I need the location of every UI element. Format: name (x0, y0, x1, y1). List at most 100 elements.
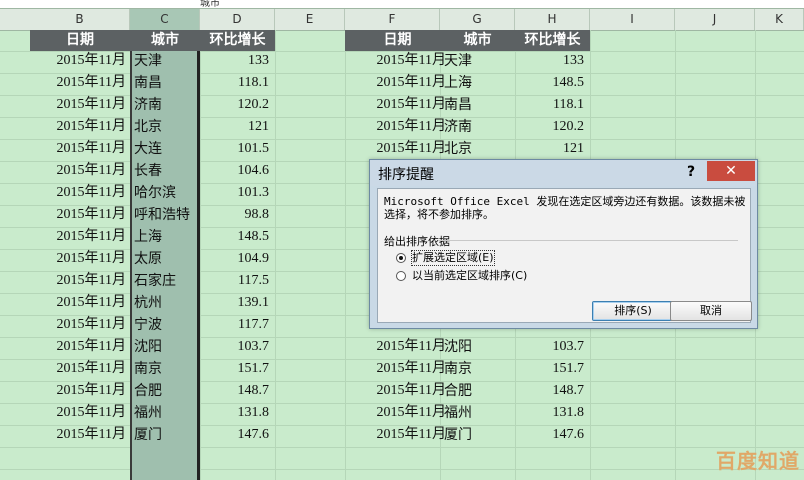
column-header-h[interactable]: H (515, 9, 590, 30)
left-date-cell[interactable]: 2015年11月 (30, 380, 126, 402)
left-city-cell[interactable]: 呼和浩特 (134, 204, 200, 226)
left-city-cell[interactable]: 石家庄 (134, 270, 200, 292)
left-city-cell[interactable]: 南京 (134, 358, 200, 380)
left-date-cell[interactable]: 2015年11月 (30, 336, 126, 358)
left-growth-cell[interactable]: 139.1 (200, 292, 270, 314)
left-city-cell[interactable]: 哈尔滨 (134, 182, 200, 204)
right-growth-cell[interactable]: 118.1 (515, 94, 584, 116)
right-city-cell[interactable]: 北京 (444, 138, 515, 160)
right-date-cell[interactable]: 2015年11月 (345, 402, 446, 424)
right-growth-cell[interactable]: 148.7 (515, 380, 585, 402)
right-city-cell[interactable]: 厦门 (444, 424, 515, 446)
left-growth-cell[interactable]: 117.5 (200, 270, 269, 292)
left-growth-cell[interactable]: 118.1 (200, 72, 269, 94)
left-city-cell[interactable]: 厦门 (134, 424, 200, 446)
right-city-cell[interactable]: 福州 (444, 402, 515, 424)
close-button[interactable]: ✕ (707, 161, 755, 181)
cancel-button[interactable]: 取消 (670, 301, 752, 321)
left-city-cell[interactable]: 上海 (134, 226, 200, 248)
right-city-cell[interactable]: 天津 (444, 50, 515, 72)
left-date-cell[interactable]: 2015年11月 (30, 94, 126, 116)
column-header-d[interactable]: D (200, 9, 275, 30)
left-growth-cell[interactable]: 148.5 (200, 226, 270, 248)
left-date-cell[interactable]: 2015年11月 (30, 292, 126, 314)
help-button[interactable]: ? (680, 162, 702, 182)
formula-bar[interactable]: 城市 (0, 0, 804, 9)
right-city-cell[interactable]: 济南 (444, 116, 515, 138)
left-date-cell[interactable]: 2015年11月 (30, 50, 126, 72)
left-growth-cell[interactable]: 131.8 (200, 402, 270, 424)
column-header-i[interactable]: I (590, 9, 675, 30)
left-date-cell[interactable]: 2015年11月 (30, 116, 126, 138)
right-growth-cell[interactable]: 131.8 (515, 402, 585, 424)
left-city-cell[interactable]: 合肥 (134, 380, 200, 402)
right-growth-cell[interactable]: 148.5 (515, 72, 585, 94)
left-city-cell[interactable]: 北京 (134, 116, 200, 138)
column-header-e[interactable]: E (275, 9, 345, 30)
column-header-k[interactable]: K (755, 9, 804, 30)
left-date-cell[interactable]: 2015年11月 (30, 248, 126, 270)
left-growth-cell[interactable]: 147.6 (200, 424, 270, 446)
expand-selection-radio[interactable]: 扩展选定区域(E) (396, 250, 596, 267)
left-city-cell[interactable]: 太原 (134, 248, 200, 270)
left-city-cell[interactable]: 济南 (134, 94, 200, 116)
right-growth-cell[interactable]: 147.6 (515, 424, 585, 446)
left-city-cell[interactable]: 杭州 (134, 292, 200, 314)
right-city-cell[interactable]: 南京 (444, 358, 515, 380)
right-growth-cell[interactable]: 121 (515, 138, 584, 160)
right-date-cell[interactable]: 2015年11月 (345, 424, 446, 446)
right-date-cell[interactable]: 2015年11月 (345, 50, 446, 72)
left-date-cell[interactable]: 2015年11月 (30, 160, 126, 182)
left-city-cell[interactable]: 沈阳 (134, 336, 200, 358)
right-growth-cell[interactable]: 133 (515, 50, 584, 72)
right-city-cell[interactable]: 南昌 (444, 94, 515, 116)
left-date-cell[interactable]: 2015年11月 (30, 270, 126, 292)
right-growth-cell[interactable]: 103.7 (515, 336, 585, 358)
left-city-cell[interactable]: 南昌 (134, 72, 200, 94)
left-date-cell[interactable]: 2015年11月 (30, 204, 126, 226)
left-growth-cell[interactable]: 104.9 (200, 248, 270, 270)
column-header-c[interactable]: C (130, 9, 200, 30)
left-growth-cell[interactable]: 103.7 (200, 336, 270, 358)
right-date-cell[interactable]: 2015年11月 (345, 72, 446, 94)
left-growth-cell[interactable]: 151.7 (200, 358, 270, 380)
left-date-cell[interactable]: 2015年11月 (30, 314, 126, 336)
left-growth-cell[interactable]: 120.2 (200, 94, 270, 116)
left-date-cell[interactable]: 2015年11月 (30, 138, 126, 160)
right-city-cell[interactable]: 合肥 (444, 380, 515, 402)
left-date-cell[interactable]: 2015年11月 (30, 424, 126, 446)
left-city-cell[interactable]: 天津 (134, 50, 200, 72)
left-growth-cell[interactable]: 133 (200, 50, 269, 72)
left-date-cell[interactable]: 2015年11月 (30, 72, 126, 94)
left-date-cell[interactable]: 2015年11月 (30, 182, 126, 204)
right-date-cell[interactable]: 2015年11月 (345, 94, 446, 116)
left-date-cell[interactable]: 2015年11月 (30, 402, 126, 424)
right-city-cell[interactable]: 沈阳 (444, 336, 515, 358)
left-city-cell[interactable]: 大连 (134, 138, 200, 160)
left-growth-cell[interactable]: 101.3 (200, 182, 270, 204)
left-growth-cell[interactable]: 101.5 (200, 138, 270, 160)
left-growth-cell[interactable]: 148.7 (200, 380, 270, 402)
dialog-title-bar[interactable]: 排序提醒 ? ✕ (370, 160, 757, 186)
right-date-cell[interactable]: 2015年11月 (345, 358, 446, 380)
left-date-cell[interactable]: 2015年11月 (30, 358, 126, 380)
column-header-b[interactable]: B (30, 9, 130, 30)
left-city-cell[interactable]: 长春 (134, 160, 200, 182)
current-selection-radio[interactable]: 以当前选定区域排序(C) (396, 269, 596, 285)
right-growth-cell[interactable]: 151.7 (515, 358, 585, 380)
right-city-cell[interactable]: 上海 (444, 72, 515, 94)
left-growth-cell[interactable]: 98.8 (200, 204, 270, 226)
sort-button[interactable]: 排序(S) (592, 301, 674, 321)
right-date-cell[interactable]: 2015年11月 (345, 116, 446, 138)
left-city-cell[interactable]: 福州 (134, 402, 200, 424)
column-header-g[interactable]: G (440, 9, 515, 30)
left-city-cell[interactable]: 宁波 (134, 314, 200, 336)
right-date-cell[interactable]: 2015年11月 (345, 380, 446, 402)
left-growth-cell[interactable]: 121 (200, 116, 269, 138)
column-header-f[interactable]: F (345, 9, 440, 30)
column-header-j[interactable]: J (675, 9, 755, 30)
right-date-cell[interactable]: 2015年11月 (345, 336, 446, 358)
right-growth-cell[interactable]: 120.2 (515, 116, 585, 138)
right-date-cell[interactable]: 2015年11月 (345, 138, 446, 160)
left-growth-cell[interactable]: 117.7 (200, 314, 269, 336)
